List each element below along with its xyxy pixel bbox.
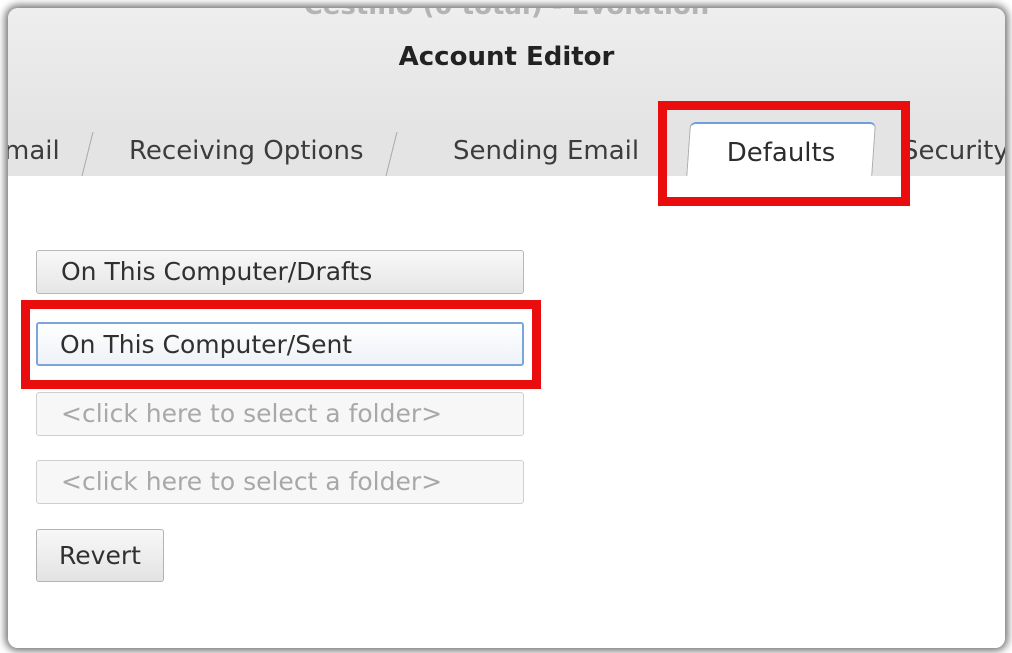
tab-defaults-label: Defaults bbox=[726, 138, 836, 168]
tab-separator bbox=[81, 132, 94, 176]
tab-receiving-options[interactable]: Receiving Options bbox=[129, 128, 398, 176]
tab-label: mail bbox=[8, 136, 60, 166]
defaults-panel: On This Computer/Drafts On This Computer… bbox=[8, 176, 1005, 648]
tab-separator bbox=[385, 132, 398, 176]
sent-folder-button[interactable]: On This Computer/Sent bbox=[36, 322, 524, 366]
folder-select-button-2[interactable]: <click here to select a folder> bbox=[36, 460, 524, 504]
folder-select-button-1[interactable]: <click here to select a folder> bbox=[36, 392, 524, 436]
tab-label: Receiving Options bbox=[129, 136, 364, 166]
tab-security[interactable]: Security bbox=[902, 128, 1005, 174]
account-editor-window: Cestino (0 total) - Evolution Account Ed… bbox=[8, 8, 1005, 648]
window-title: Account Editor bbox=[398, 42, 615, 72]
title-bar: Cestino (0 total) - Evolution Account Ed… bbox=[8, 8, 1005, 126]
tab-label: Security bbox=[902, 136, 1005, 166]
background-window-title: Cestino (0 total) - Evolution bbox=[8, 8, 1005, 21]
tab-sending-email[interactable]: Sending Email bbox=[453, 128, 639, 174]
tab-mail[interactable]: mail bbox=[8, 128, 94, 176]
tab-label: Sending Email bbox=[453, 136, 640, 166]
revert-button[interactable]: Revert bbox=[36, 529, 164, 582]
drafts-folder-button[interactable]: On This Computer/Drafts bbox=[36, 250, 524, 294]
